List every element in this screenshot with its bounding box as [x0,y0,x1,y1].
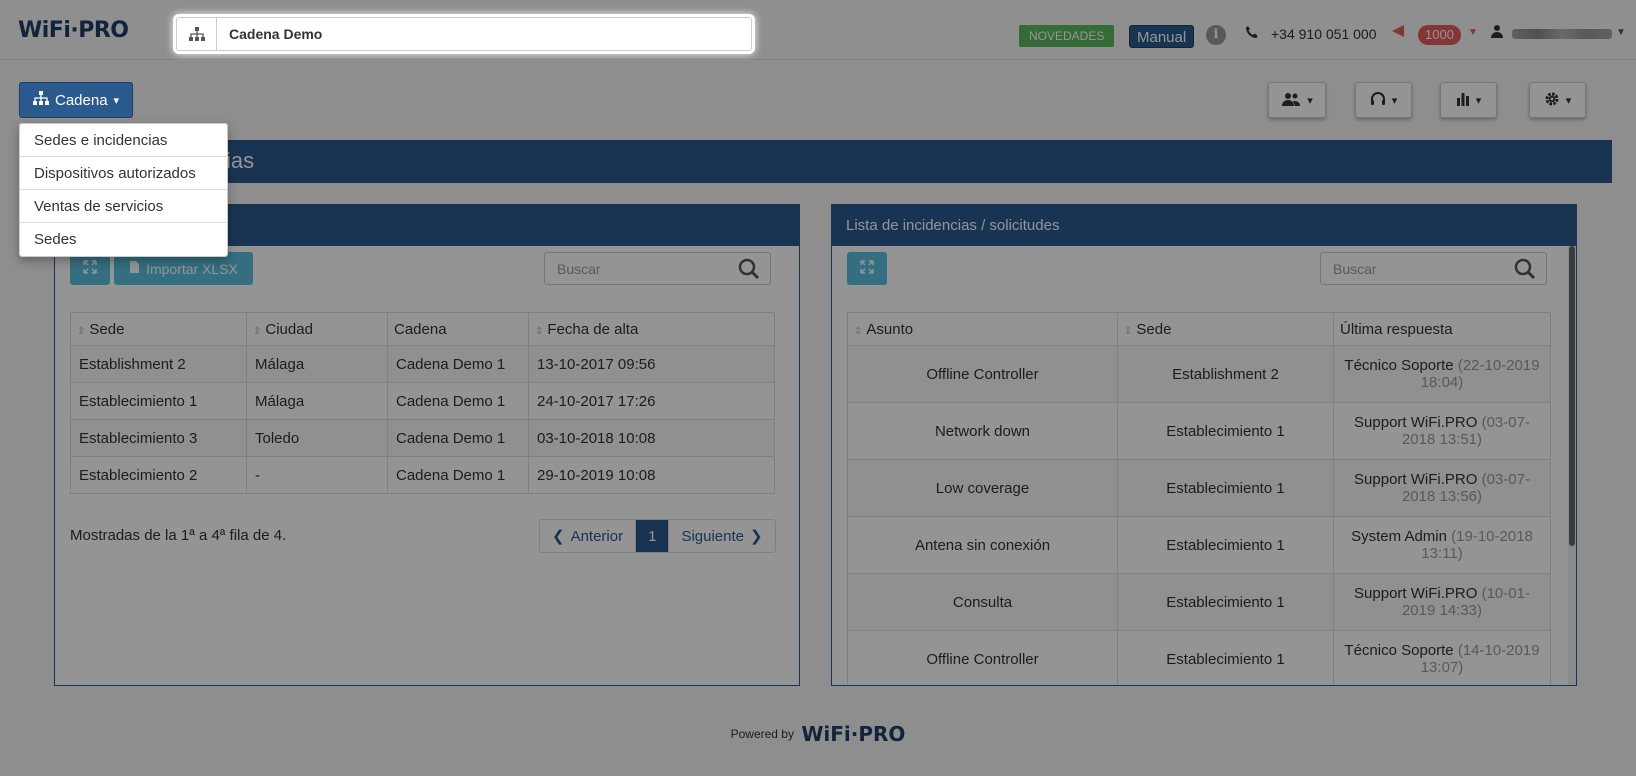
chevron-down-icon: ▾ [113,94,120,107]
menu-item-ventas-servicios[interactable]: Ventas de servicios [20,190,227,223]
sitemap-icon [177,18,217,50]
cadena-menu-label: Cadena [55,91,108,109]
menu-item-sedes-incidencias[interactable]: Sedes e incidencias [20,124,227,157]
cadena-dropdown-menu: Sedes e incidencias Dispositivos autoriz… [19,123,228,257]
cadena-menu-button[interactable]: Cadena ▾ [19,82,134,118]
menu-item-sedes[interactable]: Sedes [20,223,227,256]
sitemap-icon [33,91,49,109]
menu-item-dispositivos-autorizados[interactable]: Dispositivos autorizados [20,157,227,190]
dropdown-backdrop[interactable] [0,0,1636,776]
chain-selector-value[interactable]: Cadena Demo [217,26,322,42]
chain-selector[interactable]: Cadena Demo [176,17,752,51]
